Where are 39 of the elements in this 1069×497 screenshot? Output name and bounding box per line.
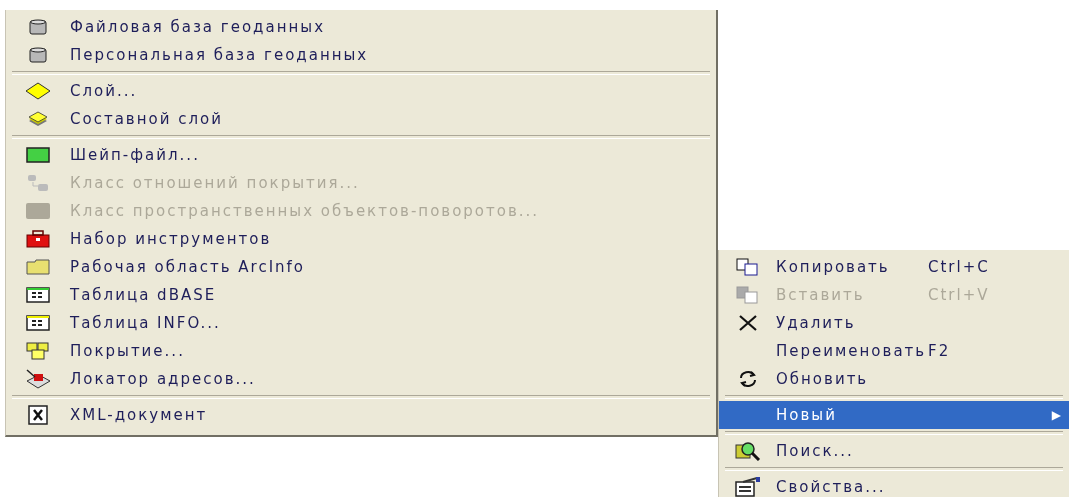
toolbox-icon [25, 230, 51, 248]
table-icon [26, 287, 50, 303]
table-icon [26, 315, 50, 331]
menu-item[interactable]: Таблица dBASE [6, 281, 716, 309]
menu-item[interactable]: Персональная база геоданных [6, 41, 716, 69]
diamond-icon [25, 82, 51, 100]
menu-item[interactable]: Поиск... [719, 437, 1069, 465]
menu-item[interactable]: Рабочая область ArcInfo [6, 253, 716, 281]
menu-item[interactable]: Удалить [719, 309, 1069, 337]
menu-item[interactable]: Файловая база геоданных [6, 13, 716, 41]
menu-item[interactable]: Шейп-файл... [6, 141, 716, 169]
locator-icon [25, 369, 51, 389]
menu-item[interactable]: Составной слой [6, 105, 716, 133]
menu-item[interactable]: Таблица INFO... [6, 309, 716, 337]
database-icon [29, 46, 47, 64]
menu-item[interactable]: Слой... [6, 77, 716, 105]
feature-class-icon [26, 203, 50, 219]
paste-icon [735, 286, 760, 304]
layers-icon [28, 111, 48, 127]
menu-item[interactable]: Новый ▶ [719, 401, 1069, 429]
menu-item[interactable]: Покрытие... [6, 337, 716, 365]
refresh-icon [737, 370, 758, 388]
menu-item[interactable]: XML-документ [6, 401, 716, 429]
properties-icon [734, 477, 761, 497]
shapefile-icon [26, 147, 50, 163]
menu-item[interactable]: Набор инструментов [6, 225, 716, 253]
menu-item[interactable]: Переименовать F2 [719, 337, 1069, 365]
xml-icon [28, 405, 48, 425]
delete-icon [737, 315, 758, 331]
menu-item[interactable]: Локатор адресов... [6, 365, 716, 393]
copy-icon [735, 258, 760, 276]
coverage-icon [26, 342, 50, 360]
search-icon [734, 441, 761, 461]
menu-item[interactable]: Обновить [719, 365, 1069, 393]
menu-item[interactable]: Свойства... [719, 473, 1069, 497]
relationship-icon [27, 174, 49, 192]
database-icon [29, 18, 47, 36]
folder-icon [26, 259, 50, 275]
menu-item[interactable]: Копировать Ctrl+C [719, 253, 1069, 281]
